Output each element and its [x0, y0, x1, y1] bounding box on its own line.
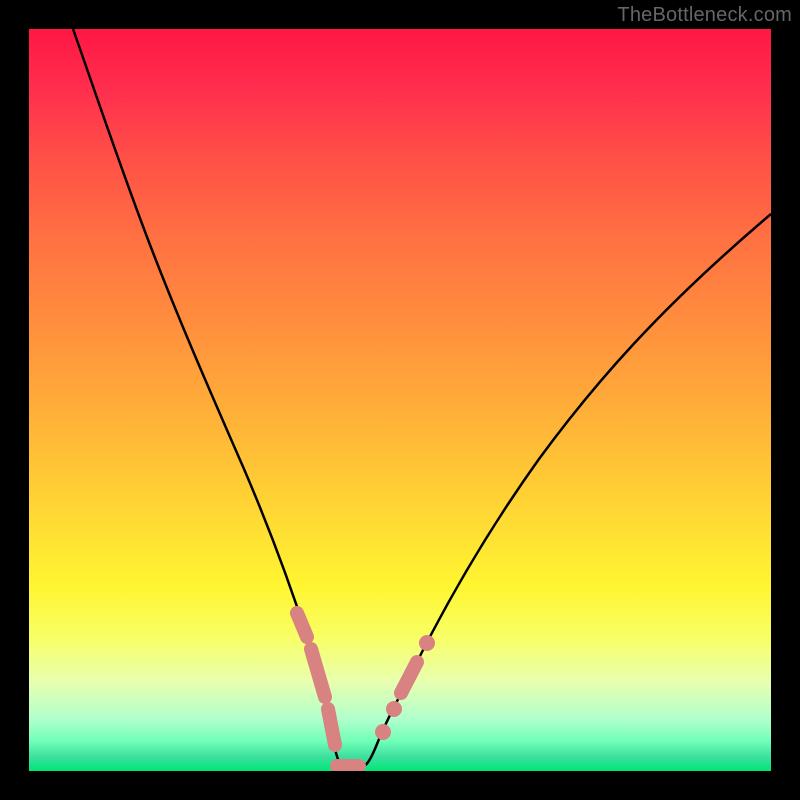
chart-svg	[29, 29, 771, 771]
highlight-left-descent-3	[328, 709, 335, 745]
watermark: TheBottleneck.com	[617, 4, 792, 27]
highlight-right-ascent	[401, 662, 417, 693]
highlight-right-bead-3	[419, 635, 435, 651]
highlight-left-descent-2	[311, 649, 325, 697]
highlight-right-bead-1	[375, 724, 391, 740]
chart-plot-area	[29, 29, 771, 771]
highlight-left-descent	[297, 613, 307, 637]
highlight-right-bead-2	[386, 701, 402, 717]
